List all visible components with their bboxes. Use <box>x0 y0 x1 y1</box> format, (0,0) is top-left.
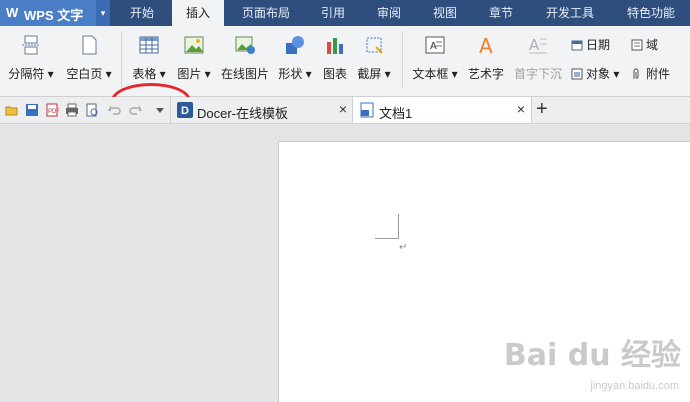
text-box-label: 文本框 <box>412 67 449 81</box>
tab-page-layout[interactable]: 页面布局 <box>232 0 300 26</box>
shape-button[interactable]: 形状 ▾ <box>274 26 316 94</box>
ribbon-separator <box>121 31 122 89</box>
document-page[interactable]: ↵ Bai du 经验 jingyan.baidu.com <box>278 141 690 402</box>
margin-corner-mark <box>375 238 399 239</box>
text-box-button[interactable]: A 文本框 ▾ <box>408 26 462 94</box>
blank-page-label: 空白页 <box>66 67 103 81</box>
field-button[interactable]: 域 <box>631 36 658 53</box>
export-pdf-icon[interactable]: PDF <box>45 103 59 117</box>
watermark-url: jingyan.baidu.com <box>590 380 679 392</box>
watermark-logo: Bai du 经验 <box>503 338 681 373</box>
tab-review[interactable]: 审阅 <box>366 0 412 26</box>
close-icon[interactable]: × <box>339 101 347 117</box>
blank-page-button[interactable]: 空白页 ▾ <box>62 26 116 94</box>
screenshot-button[interactable]: 截屏 ▾ <box>352 26 396 94</box>
save-icon[interactable] <box>25 103 39 117</box>
svg-text:A: A <box>430 41 437 52</box>
text-box-icon: A <box>425 36 445 54</box>
object-icon <box>571 68 583 80</box>
page-break-label: 分隔符 <box>8 67 45 81</box>
page-break-icon <box>22 35 40 55</box>
picture-icon <box>184 36 204 54</box>
attachment-icon <box>633 68 639 79</box>
table-icon <box>139 36 159 54</box>
attachment-label: 附件 <box>646 67 671 81</box>
tab-docer-templates[interactable]: D Docer-在线模板 × <box>170 97 354 123</box>
tab-references[interactable]: 引用 <box>310 0 356 26</box>
app-title: WPS 文字 <box>24 8 84 23</box>
online-picture-icon <box>235 36 255 54</box>
tab-insert[interactable]: 插入 <box>172 0 224 26</box>
picture-button[interactable]: 图片 ▾ <box>172 26 216 94</box>
menu-bar: W WPS 文字 ▾ 开始 插入 页面布局 引用 审阅 视图 章节 开发工具 特… <box>0 0 690 26</box>
chevron-down-icon[interactable]: ▾ <box>96 0 110 26</box>
undo-icon[interactable] <box>107 103 121 117</box>
date-label: 日期 <box>586 38 611 52</box>
shape-label: 形状 <box>278 67 303 81</box>
tab-home[interactable]: 开始 <box>118 0 166 26</box>
ribbon-separator <box>402 31 403 89</box>
svg-text:D: D <box>181 105 189 117</box>
print-preview-icon[interactable] <box>85 103 99 117</box>
word-art-label: 艺术字 <box>467 67 504 81</box>
tab-section[interactable]: 章节 <box>478 0 524 26</box>
wps-logo-icon: W <box>6 5 19 20</box>
drop-cap-icon: A <box>529 36 547 54</box>
table-label: 表格 <box>132 67 157 81</box>
tab-view[interactable]: 视图 <box>422 0 468 26</box>
ribbon-insert: 分隔符 ▾ 空白页 ▾ 表格 ▾ 图片 ▾ 在线图片 形状 ▾ 图表 截屏 ▾ … <box>0 26 690 119</box>
chart-label: 图表 <box>322 67 347 81</box>
chart-button[interactable]: 图表 <box>318 26 352 94</box>
wps-document-icon <box>360 102 374 118</box>
online-picture-label: 在线图片 <box>220 67 269 81</box>
screenshot-icon <box>366 37 383 54</box>
docer-logo-icon: D <box>177 102 193 118</box>
tab-label: 文档1 <box>379 106 413 121</box>
tab-developer-tools[interactable]: 开发工具 <box>534 0 606 26</box>
shape-icon <box>286 36 304 54</box>
tab-special-features[interactable]: 特色功能 <box>616 0 686 26</box>
new-tab-button[interactable]: + <box>536 98 548 121</box>
drop-cap-button[interactable]: A 首字下沉 <box>510 26 566 94</box>
redo-icon[interactable] <box>129 103 143 117</box>
drop-cap-label: 首字下沉 <box>513 67 562 81</box>
picture-label: 图片 <box>177 67 202 81</box>
online-picture-button[interactable]: 在线图片 <box>218 26 272 94</box>
margin-corner-mark <box>398 214 399 238</box>
word-art-icon: A <box>479 34 493 56</box>
svg-text:A: A <box>529 36 540 54</box>
tab-label: Docer-在线模板 <box>197 106 289 121</box>
field-icon <box>631 39 643 51</box>
attachment-button[interactable]: 附件 <box>631 65 670 82</box>
page-break-button[interactable]: 分隔符 ▾ <box>6 26 56 94</box>
object-label: 对象 <box>586 67 611 81</box>
date-button[interactable]: 日期 <box>571 36 610 53</box>
document-workspace: ↵ Bai du 经验 jingyan.baidu.com <box>0 124 690 402</box>
field-label: 域 <box>646 38 659 52</box>
svg-text:A: A <box>479 34 493 56</box>
app-menu-button[interactable]: W WPS 文字 ▾ <box>0 0 110 26</box>
print-icon[interactable] <box>65 103 79 117</box>
tab-document1[interactable]: 文档1 × <box>352 97 532 123</box>
calendar-icon <box>571 40 583 51</box>
blank-page-icon <box>82 35 97 55</box>
screenshot-label: 截屏 <box>357 67 382 81</box>
tab-bar: PDF D Docer-在线模板 × 文档1 × + <box>0 97 690 124</box>
open-folder-icon[interactable] <box>5 103 19 117</box>
paragraph-mark: ↵ <box>399 242 408 253</box>
close-icon[interactable]: × <box>517 101 525 117</box>
word-art-button[interactable]: A 艺术字 <box>464 26 508 94</box>
chart-icon <box>327 38 343 54</box>
customize-dropdown-icon[interactable] <box>153 103 167 117</box>
svg-text:PDF: PDF <box>48 109 59 115</box>
object-button[interactable]: 对象 ▾ <box>571 65 619 82</box>
